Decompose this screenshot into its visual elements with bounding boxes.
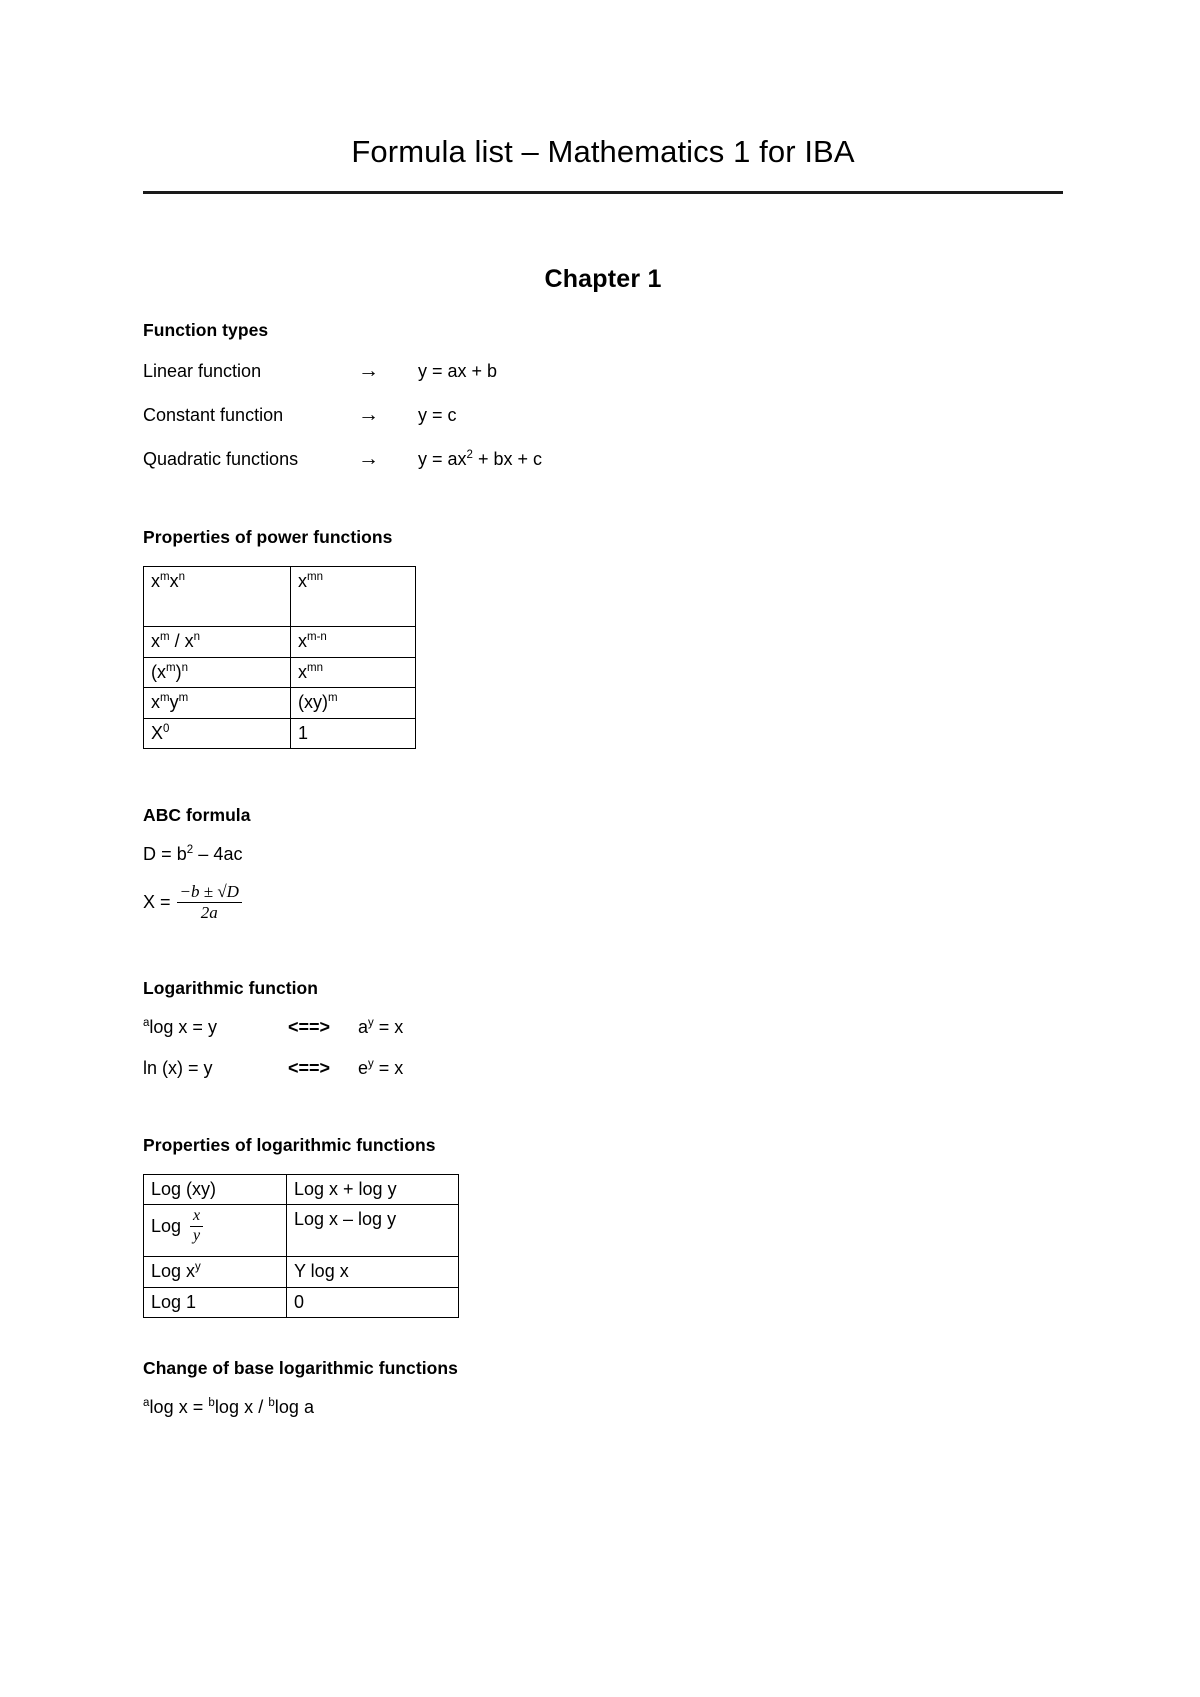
table-row: xmxn xmn [143, 566, 416, 628]
table-cell-result: xmn [290, 656, 416, 689]
function-type-row: Linear function → y = ax + b [143, 359, 1063, 383]
fraction-denominator: 2a [200, 902, 218, 922]
table-cell-expression: xmxn [143, 566, 291, 628]
discriminant-formula: D = b2 – 4ac [143, 844, 243, 865]
function-type-name: Quadratic functions [143, 449, 299, 470]
section-heading-change-of-base: Change of base logarithmic functions [143, 1358, 458, 1379]
function-type-name: Linear function [143, 361, 262, 382]
document-content: Formula list – Mathematics 1 for IBA Cha… [143, 0, 1063, 1418]
solution-lhs: X = [143, 891, 171, 912]
logarithm-equivalence-row: ln (x) = y <==> ey = x [143, 1058, 1063, 1079]
quotient-fraction: x y [190, 1207, 204, 1245]
table-cell-result: (xy)m [290, 687, 416, 719]
document-title: Formula list – Mathematics 1 for IBA [351, 134, 855, 169]
fraction-denominator: y [193, 1227, 201, 1245]
section-heading-abc-formula: ABC formula [143, 805, 251, 826]
table-row: Log (xy) Log x + log y [143, 1173, 459, 1206]
arrow-right-icon: → [358, 447, 379, 471]
table-cell-expression: xmym [143, 687, 291, 719]
table-row: Log x y Log x – log y [143, 1204, 459, 1258]
fraction-numerator: x [190, 1207, 204, 1228]
logarithm-right-expression: ey = x [358, 1057, 404, 1078]
table-cell-result: xm-n [290, 626, 416, 658]
function-type-formula: y = c [418, 405, 457, 426]
table-cell-expression: Log xy [143, 1256, 287, 1288]
logarithm-equivalence-row: alog x = y <==> ay = x [143, 1017, 1063, 1038]
quadratic-solution-formula: X = −b ± √D 2a [143, 883, 1063, 922]
table-cell-result: xmn [290, 566, 416, 628]
function-type-formula: y = ax2 + bx + c [418, 449, 542, 470]
function-type-row: Quadratic functions → y = ax2 + bx + c [143, 447, 1063, 471]
solution-fraction: −b ± √D 2a [176, 883, 242, 922]
table-row: Log xy Y log x [143, 1256, 459, 1288]
section-heading-logarithmic-function: Logarithmic function [143, 977, 319, 998]
table-row: xmym (xy)m [143, 687, 416, 719]
section-heading-log-properties: Properties of logarithmic functions [143, 1134, 436, 1155]
title-divider [143, 191, 1063, 195]
chapter-heading: Chapter 1 [544, 265, 662, 294]
table-row: xm / xn xm-n [143, 626, 416, 658]
change-of-base-formula: alog x = blog x / blog a [143, 1397, 315, 1418]
table-cell-expression: xm / xn [143, 626, 291, 658]
table-cell-expression: Log 1 [143, 1286, 287, 1319]
table-cell-expression: X0 [143, 717, 291, 750]
function-type-formula: y = ax + b [418, 361, 498, 382]
fraction-numerator: −b ± √D [176, 883, 242, 903]
table-cell-result: Log x – log y [286, 1204, 459, 1258]
table-row: (xm)n xmn [143, 656, 416, 689]
log-properties-table: Log (xy) Log x + log y Log x y Log x – l… [143, 1173, 459, 1319]
function-type-name: Constant function [143, 405, 284, 426]
equivalence-symbol: <==> [288, 1016, 331, 1037]
table-cell-result: Y log x [286, 1256, 459, 1288]
function-type-row: Constant function → y = c [143, 403, 1063, 427]
logarithm-left-expression: alog x = y [143, 1016, 217, 1037]
equivalence-symbol: <==> [288, 1057, 331, 1078]
section-heading-function-types: Function types [143, 320, 269, 341]
arrow-right-icon: → [358, 359, 379, 383]
document-page: Formula list – Mathematics 1 for IBA Cha… [0, 0, 1200, 1697]
table-row: X0 1 [143, 717, 416, 750]
section-heading-power-functions: Properties of power functions [143, 527, 393, 548]
table-cell-result: 1 [290, 717, 416, 750]
table-cell-expression: Log (xy) [143, 1173, 287, 1206]
table-cell-expression: Log x y [143, 1204, 287, 1258]
table-cell-result: Log x + log y [286, 1173, 459, 1206]
table-cell-result: 0 [286, 1286, 459, 1319]
power-functions-table: xmxn xmn xm / xn xm-n (xm)n xmn xmym (xy… [143, 566, 416, 750]
logarithm-left-expression: ln (x) = y [143, 1057, 213, 1078]
logarithm-right-expression: ay = x [358, 1016, 404, 1037]
log-label: Log [151, 1216, 182, 1237]
arrow-right-icon: → [358, 403, 379, 427]
table-cell-expression: (xm)n [143, 656, 291, 689]
table-row: Log 1 0 [143, 1286, 459, 1319]
